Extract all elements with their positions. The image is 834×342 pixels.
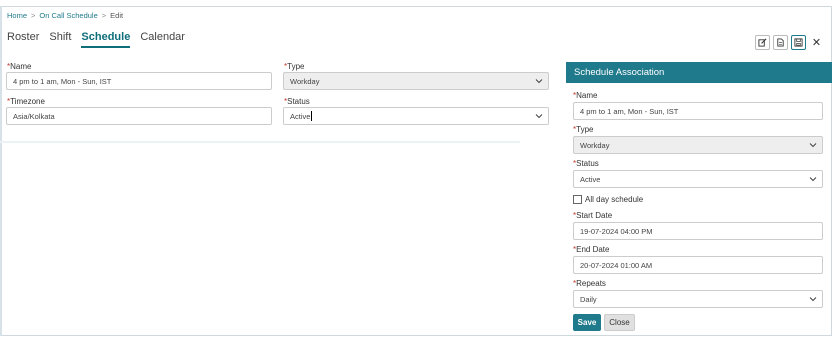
chevron-down-icon bbox=[809, 143, 817, 148]
panel-type-select[interactable]: Workday bbox=[573, 136, 823, 154]
status-label: *Status bbox=[284, 97, 310, 106]
breadcrumb-current: Edit bbox=[110, 11, 124, 20]
panel-title: Schedule Association bbox=[566, 62, 832, 83]
tab-shift[interactable]: Shift bbox=[49, 31, 71, 48]
panel-name-label: *Name bbox=[573, 91, 598, 100]
panel-type-label: *Type bbox=[573, 125, 594, 134]
name-label: *Name bbox=[7, 62, 32, 71]
type-label: *Type bbox=[284, 62, 305, 71]
chevron-down-icon bbox=[809, 177, 817, 182]
close-icon: ✕ bbox=[811, 37, 822, 49]
tab-calendar[interactable]: Calendar bbox=[140, 31, 185, 48]
timezone-label: *Timezone bbox=[7, 97, 45, 106]
repeats-select[interactable]: Daily bbox=[573, 290, 823, 308]
type-select[interactable]: Workday bbox=[283, 72, 549, 90]
toolbar: ✕ bbox=[755, 35, 824, 50]
status-select[interactable]: Active bbox=[283, 107, 549, 125]
repeats-label: *Repeats bbox=[573, 279, 606, 288]
chevron-down-icon bbox=[809, 297, 817, 302]
timezone-field[interactable]: Asia/Kolkata bbox=[6, 107, 272, 125]
tab-schedule[interactable]: Schedule bbox=[81, 31, 131, 48]
breadcrumb-home[interactable]: Home bbox=[7, 11, 27, 20]
document-button[interactable] bbox=[773, 35, 788, 50]
save-button-toolbar[interactable] bbox=[791, 35, 806, 50]
end-date-field[interactable]: 20-07-2024 01:00 AM bbox=[573, 256, 823, 274]
edit-icon bbox=[758, 38, 767, 47]
panel-status-label: *Status bbox=[573, 159, 599, 168]
panel-status-select[interactable]: Active bbox=[573, 170, 823, 188]
text-cursor bbox=[311, 111, 313, 121]
start-date-label: *Start Date bbox=[573, 211, 613, 220]
edit-button[interactable] bbox=[755, 35, 770, 50]
checkbox-box[interactable] bbox=[573, 195, 582, 204]
save-icon bbox=[794, 38, 803, 47]
form-divider bbox=[0, 141, 520, 143]
tab-roster[interactable]: Roster bbox=[7, 31, 39, 48]
panel-name-field[interactable]: 4 pm to 1 am, Mon - Sun, IST bbox=[573, 102, 823, 120]
left-rule bbox=[0, 6, 2, 336]
close-button-toolbar[interactable]: ✕ bbox=[809, 35, 824, 50]
close-button[interactable]: Close bbox=[604, 314, 635, 331]
save-button[interactable]: Save bbox=[573, 314, 601, 331]
chevron-down-icon bbox=[535, 114, 543, 119]
document-icon bbox=[777, 38, 784, 47]
all-day-schedule-checkbox[interactable]: All day schedule bbox=[573, 195, 643, 204]
chevron-down-icon bbox=[535, 79, 543, 84]
schedule-association-panel: Schedule Association *Name 4 pm to 1 am,… bbox=[566, 62, 832, 332]
start-date-field[interactable]: 19-07-2024 04:00 PM bbox=[573, 222, 823, 240]
end-date-label: *End Date bbox=[573, 245, 610, 254]
breadcrumb-on-call-schedule[interactable]: On Call Schedule bbox=[39, 11, 97, 20]
name-field[interactable]: 4 pm to 1 am, Mon - Sun, IST bbox=[6, 72, 272, 90]
breadcrumb: Home > On Call Schedule > Edit bbox=[7, 11, 124, 20]
tab-bar: Roster Shift Schedule Calendar bbox=[7, 31, 185, 48]
